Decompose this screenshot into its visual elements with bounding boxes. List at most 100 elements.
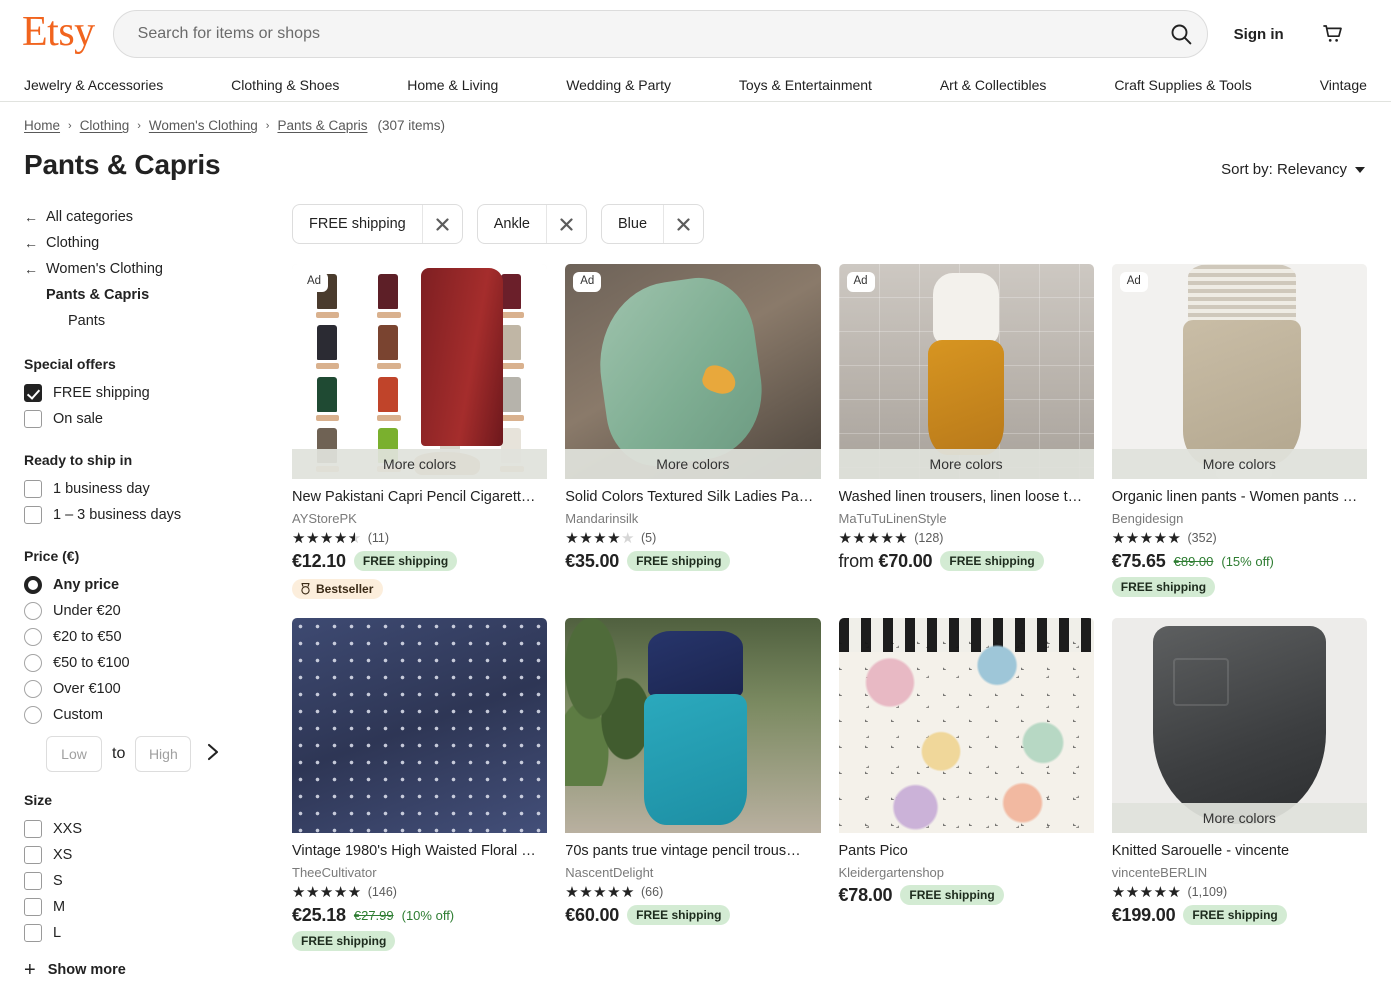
filter-price-under-20[interactable]: Under €20 <box>24 598 274 624</box>
listing-shop-name[interactable]: Mandarinsilk <box>565 511 820 526</box>
listing-shop-name[interactable]: Kleidergartenshop <box>839 865 1094 880</box>
breadcrumb-item-pants-capris[interactable]: Pants & Capris <box>277 118 367 133</box>
filter-price-any[interactable]: Any price <box>24 572 274 598</box>
filter-chip-free-shipping[interactable]: FREE shipping <box>292 204 463 244</box>
filter-free-shipping[interactable]: FREE shipping <box>24 380 274 406</box>
filter-price-50-to-100[interactable]: €50 to €100 <box>24 650 274 676</box>
filter-chip-blue[interactable]: Blue <box>601 204 704 244</box>
nav-item-toys-entertainment[interactable]: Toys & Entertainment <box>739 77 872 93</box>
listing-card[interactable]: Ad More colors Organic linen pants - Wom… <box>1112 264 1367 600</box>
checkbox-icon[interactable] <box>24 506 42 524</box>
listing-card[interactable]: Ad More colors Washed linen trousers, li… <box>839 264 1094 600</box>
more-colors-label[interactable]: More colors <box>1112 449 1367 479</box>
breadcrumb-item-clothing[interactable]: Clothing <box>80 118 130 133</box>
show-more-sizes-button[interactable]: + Show more <box>24 956 126 984</box>
chip-remove-button[interactable] <box>422 205 462 243</box>
checkbox-icon[interactable] <box>24 820 42 838</box>
listing-image[interactable]: Ad More colors <box>565 264 820 479</box>
listing-image[interactable]: Ad More colors <box>292 264 547 479</box>
more-colors-label[interactable]: More colors <box>839 449 1094 479</box>
listing-card[interactable]: More colors Knitted Sarouelle - vincente… <box>1112 618 1367 951</box>
listing-card[interactable]: Ad More colors Solid Colors Textured Sil… <box>565 264 820 600</box>
nav-item-home-living[interactable]: Home & Living <box>407 77 498 93</box>
chip-remove-button[interactable] <box>546 205 586 243</box>
checkbox-icon[interactable] <box>24 384 42 402</box>
listing-shop-name[interactable]: AYStorePK <box>292 511 547 526</box>
listing-shop-name[interactable]: Bengidesign <box>1112 511 1367 526</box>
checkbox-icon[interactable] <box>24 924 42 942</box>
filter-on-sale[interactable]: On sale <box>24 406 274 432</box>
more-colors-label[interactable]: More colors <box>292 449 547 479</box>
nav-item-jewelry-accessories[interactable]: Jewelry & Accessories <box>24 77 163 93</box>
radio-icon[interactable] <box>24 628 42 646</box>
listing-image[interactable] <box>292 618 547 833</box>
sidebar-item-clothing[interactable]: ← Clothing <box>24 230 274 256</box>
listing-title[interactable]: Washed linen trousers, linen loose t… <box>839 488 1094 507</box>
sign-in-link[interactable]: Sign in <box>1226 20 1292 49</box>
radio-icon[interactable] <box>24 576 42 594</box>
sidebar-item-all-categories[interactable]: ← All categories <box>24 204 274 230</box>
listing-title[interactable]: 70s pants true vintage pencil trous… <box>565 842 820 861</box>
radio-icon[interactable] <box>24 680 42 698</box>
filter-price-over-100[interactable]: Over €100 <box>24 676 274 702</box>
more-colors-label[interactable]: More colors <box>1112 803 1367 833</box>
price-high-input[interactable] <box>135 736 191 772</box>
checkbox-icon[interactable] <box>24 846 42 864</box>
filter-chip-ankle[interactable]: Ankle <box>477 204 587 244</box>
checkbox-icon[interactable] <box>24 480 42 498</box>
listing-card[interactable]: 70s pants true vintage pencil trous… Nas… <box>565 618 820 951</box>
filter-size-m[interactable]: M <box>24 894 274 920</box>
listing-title[interactable]: Vintage 1980's High Waisted Floral … <box>292 842 547 861</box>
nav-item-vintage[interactable]: Vintage <box>1320 77 1367 93</box>
more-colors-label[interactable]: More colors <box>565 449 820 479</box>
listing-image[interactable]: Ad More colors <box>839 264 1094 479</box>
listing-card[interactable]: Ad More colors New Pakistani Capri Penci… <box>292 264 547 600</box>
listing-image[interactable] <box>839 618 1094 833</box>
filter-ship-1-3-business-days[interactable]: 1 – 3 business days <box>24 502 274 528</box>
search-input[interactable] <box>113 10 1208 58</box>
filter-size-s[interactable]: S <box>24 868 274 894</box>
filter-size-l[interactable]: L <box>24 920 274 946</box>
listing-title[interactable]: Pants Pico <box>839 842 1094 861</box>
sort-by-button[interactable]: Sort by: Relevancy <box>1219 157 1367 182</box>
nav-item-craft-supplies-tools[interactable]: Craft Supplies & Tools <box>1114 77 1251 93</box>
checkbox-icon[interactable] <box>24 898 42 916</box>
nav-item-clothing-shoes[interactable]: Clothing & Shoes <box>231 77 339 93</box>
etsy-logo[interactable]: Etsy <box>22 11 95 57</box>
radio-icon[interactable] <box>24 706 42 724</box>
breadcrumb-item-home[interactable]: Home <box>24 118 60 133</box>
filter-price-20-to-50[interactable]: €20 to €50 <box>24 624 274 650</box>
checkbox-icon[interactable] <box>24 410 42 428</box>
cart-button[interactable] <box>1316 17 1350 51</box>
search-submit-button[interactable] <box>1164 17 1198 51</box>
apply-price-button[interactable] <box>201 742 225 766</box>
listing-image[interactable] <box>565 618 820 833</box>
filter-size-xs[interactable]: XS <box>24 842 274 868</box>
filter-ship-1-business-day[interactable]: 1 business day <box>24 476 274 502</box>
filter-price-custom[interactable]: Custom <box>24 702 274 728</box>
filter-size-xxs[interactable]: XXS <box>24 816 274 842</box>
listing-shop-name[interactable]: vincenteBERLIN <box>1112 865 1367 880</box>
listing-card[interactable]: Vintage 1980's High Waisted Floral … The… <box>292 618 547 951</box>
listing-shop-name[interactable]: TheeCultivator <box>292 865 547 880</box>
listing-card[interactable]: Pants Pico Kleidergartenshop €78.00 FREE… <box>839 618 1094 951</box>
radio-icon[interactable] <box>24 654 42 672</box>
checkbox-icon[interactable] <box>24 872 42 890</box>
listing-image[interactable]: Ad More colors <box>1112 264 1367 479</box>
listing-title[interactable]: Knitted Sarouelle - vincente <box>1112 842 1367 861</box>
listing-image[interactable]: More colors <box>1112 618 1367 833</box>
sidebar-item-pants-capris[interactable]: Pants & Capris <box>24 282 274 308</box>
radio-icon[interactable] <box>24 602 42 620</box>
listing-title[interactable]: Solid Colors Textured Silk Ladies Pa… <box>565 488 820 507</box>
nav-item-wedding-party[interactable]: Wedding & Party <box>566 77 671 93</box>
listing-shop-name[interactable]: MaTuTuLinenStyle <box>839 511 1094 526</box>
price-low-input[interactable] <box>46 736 102 772</box>
listing-title[interactable]: New Pakistani Capri Pencil Cigarett… <box>292 488 547 507</box>
sidebar-item-womens-clothing[interactable]: ← Women's Clothing <box>24 256 274 282</box>
breadcrumb-item-womens-clothing[interactable]: Women's Clothing <box>149 118 258 133</box>
sidebar-item-pants[interactable]: Pants <box>24 308 274 334</box>
listing-title[interactable]: Organic linen pants - Women pants … <box>1112 488 1367 507</box>
listing-shop-name[interactable]: NascentDelight <box>565 865 820 880</box>
nav-item-art-collectibles[interactable]: Art & Collectibles <box>940 77 1047 93</box>
chip-remove-button[interactable] <box>663 205 703 243</box>
